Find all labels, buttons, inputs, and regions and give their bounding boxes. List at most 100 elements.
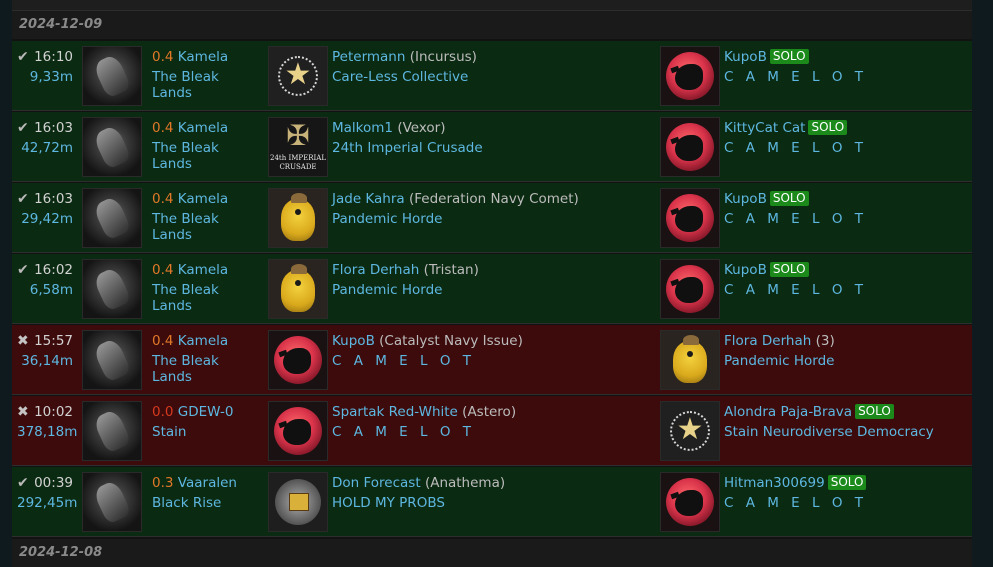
victim-pilot-link[interactable]: Petermann xyxy=(332,49,405,65)
isk-value[interactable]: 292,45m xyxy=(17,495,77,511)
region-link[interactable]: Stain xyxy=(152,424,262,440)
attacker-corp-link[interactable]: Stain Neurodiverse Democracy xyxy=(724,424,969,440)
kill-row[interactable]: ✔ 16:03 29,42m 0.4 Kamela The Bleak Lands Jad… xyxy=(12,183,972,253)
attacker-pilot-link[interactable]: KupoB xyxy=(724,191,767,207)
victim-corp-link[interactable]: C A M E L O T xyxy=(332,424,652,440)
isk-value[interactable]: 42,72m xyxy=(17,140,73,156)
checkmark-icon: ✔ xyxy=(17,120,29,136)
time-block: ✖ 10:02 378,18m xyxy=(17,404,77,440)
solo-badge: SOLO xyxy=(769,49,809,64)
system-link[interactable]: GDEW-0 xyxy=(178,404,234,420)
victim-corp-link[interactable]: HOLD MY PROBS xyxy=(332,495,652,511)
victim-logo[interactable] xyxy=(268,188,328,248)
attacker-corp-link[interactable]: C A M E L O T xyxy=(724,495,969,511)
victim-logo[interactable]: ★ xyxy=(268,46,328,106)
region-link[interactable]: The Bleak Lands xyxy=(152,140,262,172)
ship-render[interactable] xyxy=(82,472,142,532)
victim-ship: (Tristan) xyxy=(423,262,479,278)
system-link[interactable]: Kamela xyxy=(178,120,228,136)
date-header: 2024-12-09 xyxy=(12,11,972,39)
kill-row[interactable]: ✖ 10:02 378,18m 0.0 GDEW-0 Stain Spartak Red-… xyxy=(12,396,972,466)
cross-icon: ✖ xyxy=(17,404,29,420)
system-link[interactable]: Kamela xyxy=(178,191,228,207)
ship-render[interactable] xyxy=(82,117,142,177)
attacker-logo[interactable] xyxy=(660,330,720,390)
attacker-pilot-link[interactable]: Alondra Paja-Brava xyxy=(724,404,852,420)
attacker-logo[interactable] xyxy=(660,117,720,177)
region-link[interactable]: The Bleak Lands xyxy=(152,211,262,243)
attacker-corp-link[interactable]: C A M E L O T xyxy=(724,140,969,156)
attacker-logo[interactable]: ★ xyxy=(660,401,720,461)
isk-value[interactable]: 9,33m xyxy=(17,69,73,85)
victim-pilot-link[interactable]: Malkom1 xyxy=(332,120,393,136)
ship-render[interactable] xyxy=(82,259,142,319)
victim-corp-link[interactable]: Pandemic Horde xyxy=(332,211,652,227)
victim-logo[interactable] xyxy=(268,330,328,390)
ship-icon xyxy=(92,479,132,525)
location: 0.4 Kamela The Bleak Lands xyxy=(152,191,262,243)
attacker-pilot-link[interactable]: KupoB xyxy=(724,262,767,278)
victim-pilot-link[interactable]: Flora Derhah xyxy=(332,262,419,278)
attacker-corp-link[interactable]: C A M E L O T xyxy=(724,69,969,85)
attacker-pilot-link[interactable]: KupoB xyxy=(724,49,767,65)
kill-row[interactable]: ✔ 16:03 42,72m 0.4 Kamela The Bleak Lands ✠ 24… xyxy=(12,112,972,182)
kill-row[interactable]: ✔ 16:02 6,58m 0.4 Kamela The Bleak Lands Flor… xyxy=(12,254,972,324)
ship-render[interactable] xyxy=(82,401,142,461)
attacker-logo[interactable] xyxy=(660,188,720,248)
attacker-corp-link[interactable]: Pandemic Horde xyxy=(724,353,969,369)
victim-info: Don Forecast (Anathema) HOLD MY PROBS xyxy=(332,475,652,511)
kill-row[interactable]: ✖ 15:57 36,14m 0.4 Kamela The Bleak Lands Kup… xyxy=(12,325,972,395)
victim-pilot-link[interactable]: Jade Kahra xyxy=(332,191,405,207)
region-link[interactable]: The Bleak Lands xyxy=(152,353,262,385)
victim-pilot-link[interactable]: Spartak Red-White xyxy=(332,404,458,420)
ship-render[interactable] xyxy=(82,188,142,248)
region-link[interactable]: The Bleak Lands xyxy=(152,69,262,101)
region-link[interactable]: Black Rise xyxy=(152,495,262,511)
eye-icon xyxy=(295,280,301,286)
ship-render[interactable] xyxy=(82,330,142,390)
attacker-pilot-link[interactable]: Flora Derhah xyxy=(724,333,811,349)
location: 0.4 Kamela The Bleak Lands xyxy=(152,333,262,385)
victim-logo[interactable] xyxy=(268,401,328,461)
system-link[interactable]: Kamela xyxy=(178,333,228,349)
solo-badge: SOLO xyxy=(808,120,848,135)
victim-pilot-link[interactable]: KupoB xyxy=(332,333,375,349)
victim-logo[interactable]: ✠ 24th IMPERIAL CRUSADE xyxy=(268,117,328,177)
attacker-pilot-link[interactable]: KittyCat Cat xyxy=(724,120,805,136)
victim-corp-link[interactable]: 24th Imperial Crusade xyxy=(332,140,652,156)
attacker-logo[interactable] xyxy=(660,259,720,319)
checkmark-icon: ✔ xyxy=(17,49,29,65)
kill-row[interactable]: ✔ 00:39 292,45m 0.3 Vaaralen Black Rise Don F… xyxy=(12,467,972,537)
system-link[interactable]: Vaaralen xyxy=(178,475,237,491)
security-status: 0.3 xyxy=(152,475,174,491)
time-block: ✔ 00:39 292,45m xyxy=(17,475,77,511)
attacker-logo[interactable] xyxy=(660,472,720,532)
victim-corp-link[interactable]: Pandemic Horde xyxy=(332,282,652,298)
victim-logo[interactable] xyxy=(268,472,328,532)
ship-icon xyxy=(92,195,132,241)
attacker-corp-link[interactable]: C A M E L O T xyxy=(724,211,969,227)
region-link[interactable]: The Bleak Lands xyxy=(152,282,262,314)
system-link[interactable]: Kamela xyxy=(178,262,228,278)
victim-logo[interactable] xyxy=(268,259,328,319)
victim-corp-link[interactable]: C A M E L O T xyxy=(332,353,652,369)
attacker-corp-link[interactable]: C A M E L O T xyxy=(724,282,969,298)
kill-row[interactable]: ✔ 16:10 9,33m 0.4 Kamela The Bleak Lands ★ Pet… xyxy=(12,41,972,111)
attacker-info: Hitman300699 SOLO C A M E L O T xyxy=(724,475,969,511)
system-link[interactable]: Kamela xyxy=(178,49,228,65)
victim-corp-link[interactable]: Care-Less Collective xyxy=(332,69,652,85)
isk-value[interactable]: 378,18m xyxy=(17,424,77,440)
attacker-pilot-link[interactable]: Hitman300699 xyxy=(724,475,825,491)
killboard-panel: 2024-12-09 ✔ 16:10 9,33m 0.4 Kamela The Blea… xyxy=(12,0,972,567)
victim-ship: (Incursus) xyxy=(409,49,477,65)
ship-render[interactable] xyxy=(82,46,142,106)
ship-icon xyxy=(92,124,132,170)
victim-ship: (Anathema) xyxy=(424,475,506,491)
isk-value[interactable]: 36,14m xyxy=(17,353,73,369)
isk-value[interactable]: 6,58m xyxy=(17,282,73,298)
ship-icon xyxy=(92,53,132,99)
victim-pilot-link[interactable]: Don Forecast xyxy=(332,475,421,491)
victim-ship: (Astero) xyxy=(462,404,517,420)
attacker-logo[interactable] xyxy=(660,46,720,106)
isk-value[interactable]: 29,42m xyxy=(17,211,73,227)
